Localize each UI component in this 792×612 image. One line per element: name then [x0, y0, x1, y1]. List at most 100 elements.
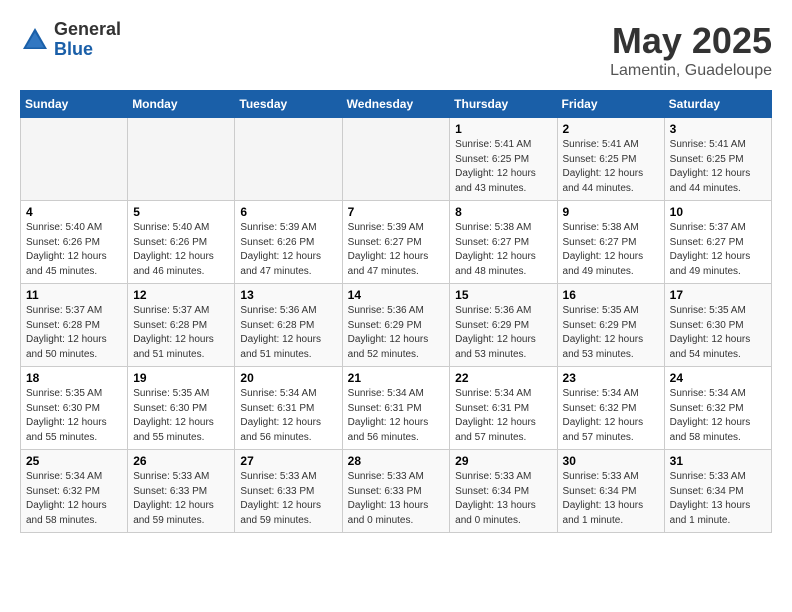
- weekday-header-thursday: Thursday: [450, 91, 557, 118]
- day-number: 27: [240, 454, 336, 468]
- calendar-cell: 15 Sunrise: 5:36 AM Sunset: 6:29 PM Dayli…: [450, 284, 557, 367]
- calendar-cell: 27 Sunrise: 5:33 AM Sunset: 6:33 PM Dayli…: [235, 450, 342, 533]
- day-number: 31: [670, 454, 766, 468]
- day-info: Sunrise: 5:40 AM Sunset: 6:26 PM Dayligh…: [133, 221, 229, 279]
- calendar-cell: 24Sunrise: 5:34 AM Sunset: 6:32 PM Dayli…: [664, 367, 771, 450]
- day-info: Sunrise: 5:35 AM Sunset: 6:29 PM Dayligh…: [563, 304, 659, 362]
- calendar-cell: 10 Sunrise: 5:37 AM Sunset: 6:27 PM Dayli…: [664, 201, 771, 284]
- day-number: 12: [133, 288, 229, 302]
- calendar-cell: 7 Sunrise: 5:39 AM Sunset: 6:27 PM Daylig…: [342, 201, 450, 284]
- day-info: Sunrise: 5:40 AM Sunset: 6:26 PM Dayligh…: [26, 221, 122, 279]
- day-number: 10: [670, 205, 766, 219]
- logo-icon: [20, 25, 50, 55]
- calendar-cell: 20Sunrise: 5:34 AM Sunset: 6:31 PM Dayli…: [235, 367, 342, 450]
- calendar-cell: 31 Sunrise: 5:33 AM Sunset: 6:34 PM Dayli…: [664, 450, 771, 533]
- calendar-cell: 12 Sunrise: 5:37 AM Sunset: 6:28 PM Dayli…: [128, 284, 235, 367]
- logo: General Blue: [20, 20, 121, 60]
- weekday-header-monday: Monday: [128, 91, 235, 118]
- weekday-header-row: SundayMondayTuesdayWednesdayThursdayFrid…: [21, 91, 772, 118]
- day-info: Sunrise: 5:39 AM Sunset: 6:26 PM Dayligh…: [240, 221, 336, 279]
- calendar-cell: [128, 118, 235, 201]
- day-info: Sunrise: 5:33 AM Sunset: 6:34 PM Dayligh…: [455, 470, 551, 528]
- weekday-header-friday: Friday: [557, 91, 664, 118]
- day-info: Sunrise: 5:34 AM Sunset: 6:31 PM Dayligh…: [348, 387, 445, 445]
- calendar-week-row: 1 Sunrise: 5:41 AM Sunset: 6:25 PM Daylig…: [21, 118, 772, 201]
- calendar-cell: 29 Sunrise: 5:33 AM Sunset: 6:34 PM Dayli…: [450, 450, 557, 533]
- weekday-header-wednesday: Wednesday: [342, 91, 450, 118]
- day-number: 19: [133, 371, 229, 385]
- day-info: Sunrise: 5:34 AM Sunset: 6:32 PM Dayligh…: [563, 387, 659, 445]
- day-info: Sunrise: 5:33 AM Sunset: 6:33 PM Dayligh…: [240, 470, 336, 528]
- day-info: Sunrise: 5:37 AM Sunset: 6:28 PM Dayligh…: [133, 304, 229, 362]
- calendar-week-row: 25 Sunrise: 5:34 AM Sunset: 6:32 PM Dayli…: [21, 450, 772, 533]
- calendar-cell: 9Sunrise: 5:38 AM Sunset: 6:27 PM Daylig…: [557, 201, 664, 284]
- day-number: 22: [455, 371, 551, 385]
- calendar-cell: [235, 118, 342, 201]
- day-number: 17: [670, 288, 766, 302]
- title-section: May 2025 Lamentin, Guadeloupe: [610, 20, 772, 80]
- day-number: 2: [563, 122, 659, 136]
- page-header: General Blue May 2025 Lamentin, Guadelou…: [20, 20, 772, 80]
- day-info: Sunrise: 5:33 AM Sunset: 6:33 PM Dayligh…: [348, 470, 445, 528]
- calendar-cell: 22 Sunrise: 5:34 AM Sunset: 6:31 PM Dayli…: [450, 367, 557, 450]
- calendar-cell: 23 Sunrise: 5:34 AM Sunset: 6:32 PM Dayli…: [557, 367, 664, 450]
- day-number: 23: [563, 371, 659, 385]
- day-number: 25: [26, 454, 122, 468]
- day-number: 11: [26, 288, 122, 302]
- calendar-cell: 11Sunrise: 5:37 AM Sunset: 6:28 PM Dayli…: [21, 284, 128, 367]
- calendar-week-row: 11 Sunrise: 5:37 AM Sunset: 6:28 PM Dayli…: [21, 284, 772, 367]
- calendar-cell: [21, 118, 128, 201]
- calendar-week-row: 18 Sunrise: 5:35 AM Sunset: 6:30 PM Dayli…: [21, 367, 772, 450]
- calendar-table: SundayMondayTuesdayWednesdayThursdayFrid…: [20, 90, 772, 533]
- day-number: 1: [455, 122, 551, 136]
- day-number: 7: [348, 205, 445, 219]
- calendar-week-row: 4 Sunrise: 5:40 AM Sunset: 6:26 PM Daylig…: [21, 201, 772, 284]
- day-number: 9: [563, 205, 659, 219]
- calendar-cell: 17 Sunrise: 5:35 AM Sunset: 6:30 PM Dayli…: [664, 284, 771, 367]
- calendar-cell: 2 Sunrise: 5:41 AM Sunset: 6:25 PM Daylig…: [557, 118, 664, 201]
- day-info: Sunrise: 5:36 AM Sunset: 6:29 PM Dayligh…: [348, 304, 445, 362]
- calendar-cell: 14Sunrise: 5:36 AM Sunset: 6:29 PM Dayli…: [342, 284, 450, 367]
- day-info: Sunrise: 5:36 AM Sunset: 6:29 PM Dayligh…: [455, 304, 551, 362]
- calendar-cell: 16 Sunrise: 5:35 AM Sunset: 6:29 PM Dayli…: [557, 284, 664, 367]
- day-number: 28: [348, 454, 445, 468]
- day-number: 20: [240, 371, 336, 385]
- day-number: 15: [455, 288, 551, 302]
- logo-general-text: General: [54, 20, 121, 40]
- day-info: Sunrise: 5:33 AM Sunset: 6:33 PM Dayligh…: [133, 470, 229, 528]
- day-info: Sunrise: 5:38 AM Sunset: 6:27 PM Dayligh…: [455, 221, 551, 279]
- calendar-cell: [342, 118, 450, 201]
- day-info: Sunrise: 5:37 AM Sunset: 6:27 PM Dayligh…: [670, 221, 766, 279]
- day-info: Sunrise: 5:35 AM Sunset: 6:30 PM Dayligh…: [26, 387, 122, 445]
- calendar-cell: 28 Sunrise: 5:33 AM Sunset: 6:33 PM Dayli…: [342, 450, 450, 533]
- day-info: Sunrise: 5:34 AM Sunset: 6:32 PM Dayligh…: [26, 470, 122, 528]
- day-number: 4: [26, 205, 122, 219]
- calendar-cell: 4 Sunrise: 5:40 AM Sunset: 6:26 PM Daylig…: [21, 201, 128, 284]
- calendar-cell: 19Sunrise: 5:35 AM Sunset: 6:30 PM Dayli…: [128, 367, 235, 450]
- day-info: Sunrise: 5:41 AM Sunset: 6:25 PM Dayligh…: [563, 138, 659, 196]
- day-info: Sunrise: 5:41 AM Sunset: 6:25 PM Dayligh…: [455, 138, 551, 196]
- day-info: Sunrise: 5:33 AM Sunset: 6:34 PM Dayligh…: [670, 470, 766, 528]
- day-number: 29: [455, 454, 551, 468]
- day-number: 16: [563, 288, 659, 302]
- day-number: 8: [455, 205, 551, 219]
- day-info: Sunrise: 5:39 AM Sunset: 6:27 PM Dayligh…: [348, 221, 445, 279]
- day-info: Sunrise: 5:35 AM Sunset: 6:30 PM Dayligh…: [670, 304, 766, 362]
- day-number: 6: [240, 205, 336, 219]
- calendar-cell: 13Sunrise: 5:36 AM Sunset: 6:28 PM Dayli…: [235, 284, 342, 367]
- weekday-header-tuesday: Tuesday: [235, 91, 342, 118]
- calendar-cell: 6 Sunrise: 5:39 AM Sunset: 6:26 PM Daylig…: [235, 201, 342, 284]
- calendar-cell: 8 Sunrise: 5:38 AM Sunset: 6:27 PM Daylig…: [450, 201, 557, 284]
- day-info: Sunrise: 5:33 AM Sunset: 6:34 PM Dayligh…: [563, 470, 659, 528]
- day-number: 30: [563, 454, 659, 468]
- month-title: May 2025: [610, 20, 772, 62]
- day-info: Sunrise: 5:34 AM Sunset: 6:31 PM Dayligh…: [455, 387, 551, 445]
- calendar-cell: 25 Sunrise: 5:34 AM Sunset: 6:32 PM Dayli…: [21, 450, 128, 533]
- calendar-cell: 26Sunrise: 5:33 AM Sunset: 6:33 PM Dayli…: [128, 450, 235, 533]
- calendar-cell: 21Sunrise: 5:34 AM Sunset: 6:31 PM Dayli…: [342, 367, 450, 450]
- day-info: Sunrise: 5:34 AM Sunset: 6:32 PM Dayligh…: [670, 387, 766, 445]
- calendar-header: SundayMondayTuesdayWednesdayThursdayFrid…: [21, 91, 772, 118]
- day-number: 18: [26, 371, 122, 385]
- calendar-cell: 30 Sunrise: 5:33 AM Sunset: 6:34 PM Dayli…: [557, 450, 664, 533]
- day-number: 3: [670, 122, 766, 136]
